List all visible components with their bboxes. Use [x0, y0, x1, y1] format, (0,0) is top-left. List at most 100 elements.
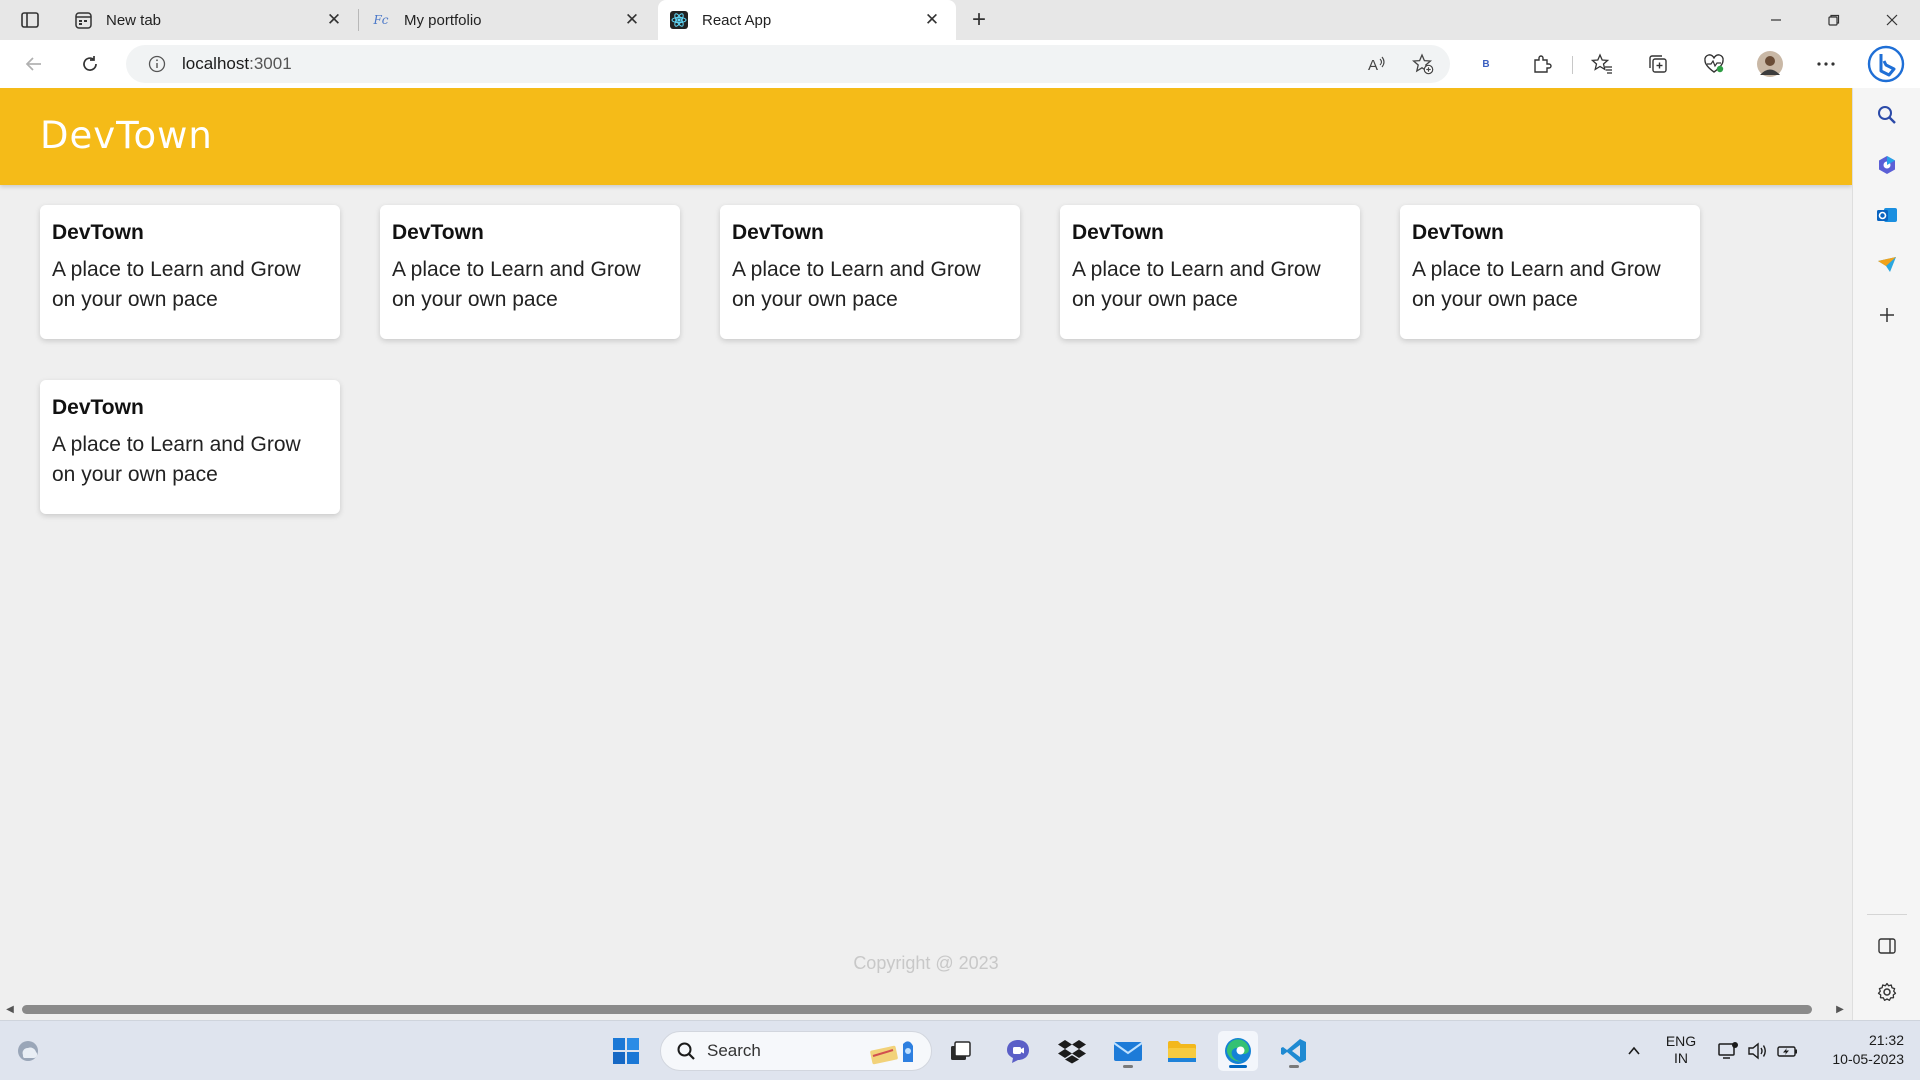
weather-widget-button[interactable] — [8, 1031, 48, 1071]
close-tab-icon[interactable]: ✕ — [622, 10, 642, 30]
back-button[interactable] — [18, 48, 50, 80]
start-button[interactable] — [606, 1031, 646, 1071]
hide-sidebar-button[interactable] — [1871, 930, 1903, 962]
tab-actions-button[interactable] — [14, 7, 46, 33]
task-view-button[interactable] — [940, 1031, 980, 1071]
profile-button[interactable] — [1756, 50, 1784, 78]
card-title: DevTown — [1412, 221, 1504, 244]
url-port: :3001 — [249, 54, 292, 73]
sidebar-drop-button[interactable] — [1871, 249, 1903, 281]
file-explorer-button[interactable] — [1162, 1031, 1202, 1071]
browser-toolbar: localhost:3001 A B — [0, 40, 1920, 88]
url-host: localhost — [182, 54, 250, 73]
file-explorer-icon — [1168, 1041, 1196, 1062]
scroll-right-icon[interactable]: ▶ — [1834, 1003, 1846, 1015]
sidebar-settings-button[interactable] — [1871, 976, 1903, 1008]
card: DevTown A place to Learn and Grow on you… — [40, 380, 340, 514]
dropbox-button[interactable] — [1052, 1031, 1092, 1071]
sidebar-divider — [1867, 914, 1907, 915]
running-indicator — [1289, 1065, 1299, 1068]
profile-extension-button[interactable]: B — [1472, 50, 1500, 78]
card: DevTown A place to Learn and Grow on you… — [40, 205, 340, 339]
active-window-indicator — [1229, 1065, 1247, 1068]
read-aloud-icon[interactable]: A — [1366, 53, 1388, 75]
restore-button[interactable] — [1806, 0, 1862, 40]
card-text: A place to Learn and Grow on your own pa… — [392, 258, 641, 311]
tab-actions-icon — [21, 12, 39, 28]
url-text[interactable]: localhost:3001 — [182, 54, 1450, 74]
volume-icon — [1748, 1042, 1766, 1060]
windows-taskbar: Search ENG IN 21:32 10-05-2023 — [0, 1020, 1920, 1080]
search-icon — [1878, 106, 1896, 124]
minimize-button[interactable] — [1748, 0, 1804, 40]
close-icon — [1886, 14, 1898, 26]
svg-text:A: A — [1368, 57, 1378, 73]
address-bar[interactable]: localhost:3001 A — [126, 45, 1450, 83]
site-info-icon[interactable] — [146, 53, 168, 75]
favorites-button[interactable] — [1588, 50, 1616, 78]
heart-pulse-icon — [1704, 54, 1724, 73]
refresh-button[interactable] — [74, 48, 106, 80]
plus-icon — [1880, 308, 1894, 322]
bing-copilot-button[interactable] — [1864, 42, 1908, 86]
gear-icon — [1877, 982, 1897, 1001]
search-highlight-illustration-icon — [870, 1041, 913, 1065]
collections-button[interactable] — [1644, 50, 1672, 78]
bing-icon — [1867, 45, 1905, 83]
input-language-indicator[interactable]: ENG IN — [1660, 1033, 1702, 1067]
edge-taskbar-button[interactable] — [1218, 1031, 1258, 1071]
battery-icon — [1777, 1046, 1797, 1057]
copilot-icon — [1879, 156, 1895, 174]
close-tab-icon[interactable]: ✕ — [922, 10, 942, 30]
tab-react-app[interactable]: React App ✕ — [658, 0, 956, 40]
sidebar-add-button[interactable] — [1871, 299, 1903, 331]
tab-new-tab[interactable]: New tab ✕ — [62, 0, 358, 40]
extension-badge: B — [1482, 58, 1490, 70]
sidebar-outlook-button[interactable] — [1871, 199, 1903, 231]
close-window-button[interactable] — [1864, 0, 1920, 40]
running-indicator — [1123, 1065, 1133, 1068]
tab-title: React App — [702, 11, 772, 29]
close-tab-icon[interactable]: ✕ — [324, 10, 344, 30]
settings-more-button[interactable] — [1812, 50, 1840, 78]
teams-chat-button[interactable] — [998, 1031, 1038, 1071]
collections-icon — [1649, 55, 1667, 73]
show-hidden-icons-button[interactable] — [1614, 1031, 1654, 1071]
toolbar-divider — [1572, 56, 1573, 74]
horizontal-scrollbar[interactable]: ◀ ▶ — [0, 998, 1852, 1020]
mail-icon — [1113, 1042, 1143, 1061]
plus-icon: + — [971, 6, 986, 33]
browser-essentials-button[interactable] — [1700, 50, 1728, 78]
taskbar-search-box[interactable]: Search — [660, 1031, 932, 1071]
extensions-button[interactable] — [1528, 50, 1556, 78]
tab-divider — [358, 9, 359, 31]
chevron-up-icon — [1628, 1046, 1640, 1055]
tab-my-portfolio[interactable]: Fc My portfolio ✕ — [360, 0, 656, 40]
card-title: DevTown — [392, 221, 484, 244]
taskbar-clock[interactable]: 21:32 10-05-2023 — [1814, 1031, 1904, 1069]
card-title: DevTown — [52, 396, 144, 419]
react-logo-icon — [670, 11, 688, 29]
clock-date: 10-05-2023 — [1832, 1051, 1904, 1067]
teams-chat-icon — [1007, 1040, 1029, 1063]
dropbox-icon — [1058, 1040, 1086, 1064]
sidebar-search-button[interactable] — [1871, 99, 1903, 131]
edge-icon — [1225, 1038, 1251, 1064]
sidebar-discover-button[interactable] — [1871, 149, 1903, 181]
scrollbar-thumb[interactable] — [22, 1005, 1812, 1014]
clock-time: 21:32 — [1868, 1032, 1904, 1048]
portfolio-favicon: Fc — [373, 13, 389, 27]
add-favorite-icon[interactable] — [1412, 53, 1434, 75]
new-tab-page-icon — [74, 11, 92, 29]
mail-button[interactable] — [1108, 1031, 1148, 1071]
new-tab-button[interactable]: + — [964, 6, 994, 34]
network-icon — [1718, 1042, 1738, 1059]
card-title: DevTown — [52, 221, 144, 244]
vscode-button[interactable] — [1274, 1031, 1314, 1071]
system-tray-quick-settings[interactable] — [1706, 1031, 1810, 1071]
more-icon — [1817, 62, 1835, 66]
refresh-icon — [83, 56, 97, 71]
outlook-icon — [1877, 208, 1897, 222]
scroll-left-icon[interactable]: ◀ — [4, 1003, 16, 1015]
browser-tab-strip: New tab ✕ Fc My portfolio ✕ React App ✕ … — [0, 0, 1920, 40]
